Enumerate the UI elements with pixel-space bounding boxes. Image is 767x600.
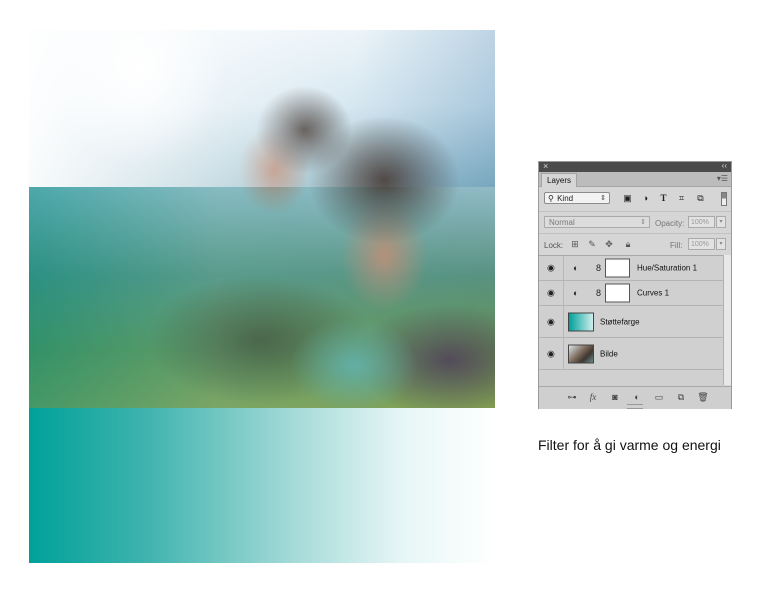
- layer-row[interactable]: ◉ Støttefarge: [539, 306, 723, 338]
- filter-kind-select[interactable]: ⚲ Kind ⇕: [544, 192, 610, 204]
- hue-saturation-adjustment-icon: ◐: [573, 263, 579, 273]
- panel-titlebar: × ‹‹: [539, 161, 731, 172]
- updown-arrows-icon: ⇕: [640, 219, 646, 226]
- layer-mask-thumbnail[interactable]: [605, 283, 630, 303]
- visibility-column: ◉: [539, 338, 564, 369]
- fill-input[interactable]: 100%: [688, 238, 715, 250]
- panel-tabbar: Layers ▾☰: [539, 172, 731, 187]
- layer-thumbnail[interactable]: [568, 312, 594, 331]
- add-mask-icon[interactable]: ◙: [609, 391, 621, 403]
- updown-arrows-icon: ⇕: [600, 195, 606, 202]
- eye-icon[interactable]: ◉: [547, 263, 555, 274]
- collapse-icon[interactable]: ‹‹: [722, 161, 727, 171]
- layers-scrollbar[interactable]: [723, 255, 731, 385]
- layer-name: Hue/Saturation 1: [637, 263, 698, 273]
- link-layers-icon[interactable]: ⊶: [566, 391, 578, 403]
- canvas-composition: [29, 30, 495, 563]
- visibility-column: ◉: [539, 281, 564, 305]
- filter-pixel-icon[interactable]: ▣: [622, 193, 633, 203]
- layer-row[interactable]: ◉ Bilde: [539, 338, 723, 370]
- new-adjustment-icon[interactable]: ◐: [631, 391, 643, 403]
- search-icon: ⚲: [548, 194, 554, 203]
- caption-text: Filter for å gi varme og energi: [538, 437, 721, 453]
- layer-row[interactable]: ◉ ◐ 8 Curves 1: [539, 281, 723, 306]
- teal-gradient-swatch: [29, 408, 495, 563]
- link-icon[interactable]: 8: [596, 288, 601, 298]
- photo-light-overlay: [29, 30, 495, 187]
- visibility-column: ◉: [539, 256, 564, 280]
- layer-name: Curves 1: [637, 288, 670, 298]
- filter-shape-icon[interactable]: ⌗: [676, 193, 687, 203]
- filter-kind-label: Kind: [557, 194, 574, 203]
- lock-row: Lock: ⊞ ✎ ✥ 🔒︎ Fill: 100% ▾: [539, 233, 731, 254]
- layer-thumbnail[interactable]: [568, 344, 594, 363]
- filter-adjustment-icon[interactable]: ◑: [640, 193, 651, 203]
- eye-icon[interactable]: ◉: [547, 348, 555, 359]
- eye-icon[interactable]: ◉: [547, 316, 555, 327]
- lock-transparency-icon[interactable]: ⊞: [570, 239, 580, 249]
- lock-move-icon[interactable]: ✥: [604, 239, 614, 249]
- panel-menu-icon[interactable]: ▾☰: [717, 174, 728, 183]
- close-icon[interactable]: ×: [543, 161, 548, 171]
- layer-name: Støttefarge: [600, 317, 640, 326]
- lock-brush-icon[interactable]: ✎: [587, 239, 597, 249]
- curves-adjustment-icon: ◐: [573, 288, 579, 298]
- new-group-icon[interactable]: ▭: [653, 391, 665, 403]
- blend-mode-value: Normal: [549, 218, 575, 227]
- blend-row: Normal ⇕ Opacity: 100% ▾: [539, 211, 731, 232]
- fill-dropdown-icon[interactable]: ▾: [716, 238, 726, 250]
- filter-type-icon[interactable]: T: [658, 193, 669, 203]
- visibility-column: ◉: [539, 306, 564, 337]
- filter-smartobject-icon[interactable]: ⧉: [695, 193, 706, 203]
- fx-icon[interactable]: fx: [587, 391, 599, 403]
- fill-label: Fill:: [670, 241, 683, 250]
- layers-list: ◉ ◐ 8 Hue/Saturation 1 ◉ ◐ 8 Curves 1 ◉ …: [539, 255, 723, 386]
- panel-footer: ⊶ fx ◙ ◐ ▭ ⧉ 🗑︎: [539, 386, 731, 409]
- eye-icon[interactable]: ◉: [547, 288, 555, 299]
- new-layer-icon[interactable]: ⧉: [675, 391, 687, 403]
- resize-grip[interactable]: [627, 404, 643, 409]
- layer-row[interactable]: ◉ ◐ 8 Hue/Saturation 1: [539, 256, 723, 281]
- blend-mode-select[interactable]: Normal ⇕: [544, 216, 650, 228]
- lock-all-icon[interactable]: 🔒︎: [623, 239, 633, 249]
- layer-name: Bilde: [600, 349, 618, 358]
- layers-panel: × ‹‹ Layers ▾☰ ⚲ Kind ⇕ ▣ ◑ T ⌗ ⧉ Normal…: [538, 161, 732, 409]
- lock-label: Lock:: [544, 241, 564, 250]
- filter-toggle-switch[interactable]: [721, 192, 727, 206]
- opacity-label: Opacity:: [655, 219, 685, 228]
- filter-row: ⚲ Kind ⇕ ▣ ◑ T ⌗ ⧉: [539, 189, 731, 209]
- opacity-dropdown-icon[interactable]: ▾: [716, 216, 726, 228]
- tab-layers[interactable]: Layers: [541, 173, 578, 187]
- layer-mask-thumbnail[interactable]: [605, 258, 630, 278]
- link-icon[interactable]: 8: [596, 263, 601, 273]
- photo-teal-overlay: [29, 187, 495, 408]
- trash-icon[interactable]: 🗑︎: [697, 391, 709, 403]
- opacity-input[interactable]: 100%: [688, 216, 715, 228]
